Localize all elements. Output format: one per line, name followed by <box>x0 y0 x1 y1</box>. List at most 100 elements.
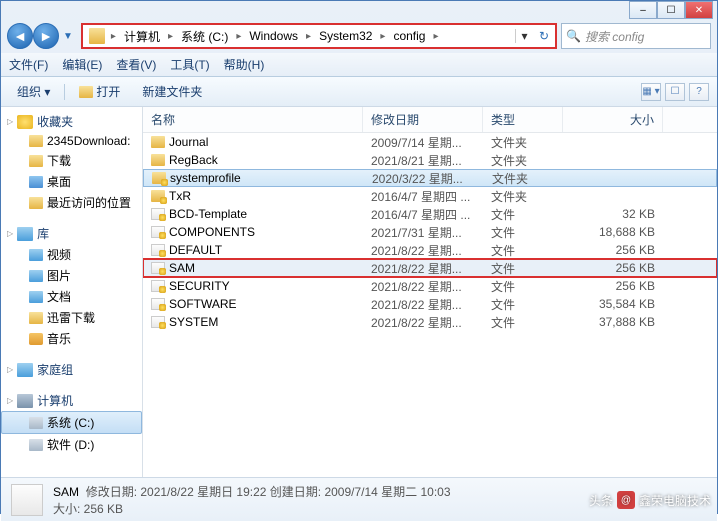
sidebar-item-label: 视频 <box>47 246 71 263</box>
file-row[interactable]: RegBack2021/8/21 星期...文件夹 <box>143 151 717 169</box>
sidebar-item[interactable]: 图片 <box>1 265 142 286</box>
sidebar-item[interactable]: 最近访问的位置 <box>1 192 142 213</box>
file-icon <box>151 208 165 220</box>
preview-pane-button[interactable]: ☐ <box>665 83 685 101</box>
nav-arrows: ◄ ► ▼ <box>7 23 77 49</box>
organize-button[interactable]: 组织 ▾ <box>9 81 58 102</box>
maximize-button[interactable]: ☐ <box>657 1 685 19</box>
back-button[interactable]: ◄ <box>7 23 33 49</box>
file-row[interactable]: SAM2021/8/22 星期...文件256 KB <box>143 259 717 277</box>
sidebar: ▷ 收藏夹 2345Download: 下载 桌面 最近访问的位置 ▷ 库 视频… <box>1 107 143 477</box>
toolbar-right: ▦ ▾ ☐ ? <box>641 83 709 101</box>
file-icon <box>151 280 165 292</box>
sidebar-item-drive-d[interactable]: 软件 (D:) <box>1 434 142 455</box>
file-row[interactable]: COMPONENTS2021/7/31 星期...文件18,688 KB <box>143 223 717 241</box>
menu-edit[interactable]: 编辑(E) <box>62 56 102 73</box>
sidebar-item[interactable]: 迅雷下载 <box>1 307 142 328</box>
sidebar-libraries[interactable]: ▷ 库 <box>1 223 142 244</box>
chevron-right-icon: ▸ <box>166 31 175 42</box>
sidebar-item-label: 桌面 <box>47 173 71 190</box>
folder-icon <box>89 28 105 44</box>
open-button[interactable]: 打开 <box>71 81 128 102</box>
breadcrumb-item[interactable]: 计算机 <box>118 28 166 45</box>
star-icon <box>17 115 33 129</box>
col-date[interactable]: 修改日期 <box>363 107 483 132</box>
sidebar-item[interactable]: 2345Download: <box>1 132 142 150</box>
sidebar-favorites[interactable]: ▷ 收藏夹 <box>1 111 142 132</box>
file-size <box>563 159 663 161</box>
breadcrumb-item[interactable]: System32 <box>313 29 378 43</box>
sidebar-item-label: 最近访问的位置 <box>47 194 131 211</box>
sidebar-computer[interactable]: ▷ 计算机 <box>1 390 142 411</box>
file-type: 文件 <box>483 259 563 278</box>
sidebar-item[interactable]: 文档 <box>1 286 142 307</box>
separator <box>64 84 65 100</box>
minimize-button[interactable]: – <box>629 1 657 19</box>
menu-file[interactable]: 文件(F) <box>9 56 48 73</box>
chevron-right-icon: ▸ <box>378 31 387 42</box>
collapse-icon: ▷ <box>7 229 13 238</box>
col-size[interactable]: 大小 <box>563 107 663 132</box>
search-icon: 🔍 <box>566 29 581 43</box>
folder-icon <box>29 155 43 167</box>
file-row[interactable]: TxR2016/4/7 星期四 ...文件夹 <box>143 187 717 205</box>
file-size <box>563 141 663 143</box>
file-type: 文件 <box>483 277 563 296</box>
file-row[interactable]: SOFTWARE2021/8/22 星期...文件35,584 KB <box>143 295 717 313</box>
file-type: 文件夹 <box>483 133 563 152</box>
file-row[interactable]: DEFAULT2021/8/22 星期...文件256 KB <box>143 241 717 259</box>
sidebar-item[interactable]: 桌面 <box>1 171 142 192</box>
file-row[interactable]: BCD-Template2016/4/7 星期四 ...文件32 KB <box>143 205 717 223</box>
view-options-button[interactable]: ▦ ▾ <box>641 83 661 101</box>
file-size: 256 KB <box>563 278 663 294</box>
music-icon <box>29 333 43 345</box>
library-icon <box>17 227 33 241</box>
file-name: DEFAULT <box>169 243 222 257</box>
refresh-button[interactable]: ↻ <box>533 29 555 43</box>
file-size: 18,688 KB <box>563 224 663 240</box>
sidebar-item-label: 音乐 <box>47 330 71 347</box>
help-button[interactable]: ? <box>689 83 709 101</box>
column-headers: 名称 修改日期 类型 大小 <box>143 107 717 133</box>
sidebar-homegroup[interactable]: ▷ 家庭组 <box>1 359 142 380</box>
breadcrumb-item[interactable]: Windows <box>243 29 304 43</box>
file-size: 35,584 KB <box>563 296 663 312</box>
address-bar[interactable]: ▸ 计算机 ▸ 系统 (C:) ▸ Windows ▸ System32 ▸ c… <box>81 23 557 49</box>
newfolder-button[interactable]: 新建文件夹 <box>134 81 210 102</box>
explorer-window: – ☐ ✕ ◄ ► ▼ ▸ 计算机 ▸ 系统 (C:) ▸ Windows ▸ … <box>0 0 718 514</box>
file-date: 2021/8/22 星期... <box>363 259 483 278</box>
picture-icon <box>29 270 43 282</box>
chevron-right-icon: ▸ <box>234 31 243 42</box>
file-type: 文件 <box>483 205 563 224</box>
file-row[interactable]: Journal2009/7/14 星期...文件夹 <box>143 133 717 151</box>
sidebar-item[interactable]: 视频 <box>1 244 142 265</box>
close-button[interactable]: ✕ <box>685 1 713 19</box>
recent-icon <box>29 197 43 209</box>
file-icon <box>151 244 165 256</box>
file-date: 2021/7/31 星期... <box>363 223 483 242</box>
file-date: 2021/8/22 星期... <box>363 241 483 260</box>
history-dropdown[interactable]: ▼ <box>59 31 77 42</box>
menu-tools[interactable]: 工具(T) <box>170 56 209 73</box>
search-input[interactable]: 🔍 搜索 config <box>561 23 711 49</box>
document-icon <box>29 291 43 303</box>
file-row[interactable]: systemprofile2020/3/22 星期...文件夹 <box>143 169 717 187</box>
menu-help[interactable]: 帮助(H) <box>224 56 265 73</box>
breadcrumb-item[interactable]: 系统 (C:) <box>175 28 234 45</box>
file-row[interactable]: SECURITY2021/8/22 星期...文件256 KB <box>143 277 717 295</box>
file-name: SYSTEM <box>169 315 218 329</box>
address-dropdown[interactable]: ▾ <box>515 29 533 43</box>
watermark-logo-icon: @ <box>617 491 635 509</box>
col-name[interactable]: 名称 <box>143 107 363 132</box>
col-type[interactable]: 类型 <box>483 107 563 132</box>
sidebar-item[interactable]: 音乐 <box>1 328 142 349</box>
file-row[interactable]: SYSTEM2021/8/22 星期...文件37,888 KB <box>143 313 717 331</box>
file-icon <box>151 298 165 310</box>
video-icon <box>29 249 43 261</box>
sidebar-item-drive-c[interactable]: 系统 (C:) <box>1 411 142 434</box>
file-icon <box>151 262 165 274</box>
menu-view[interactable]: 查看(V) <box>116 56 156 73</box>
sidebar-item[interactable]: 下载 <box>1 150 142 171</box>
breadcrumb-item[interactable]: config <box>387 29 431 43</box>
forward-button[interactable]: ► <box>33 23 59 49</box>
